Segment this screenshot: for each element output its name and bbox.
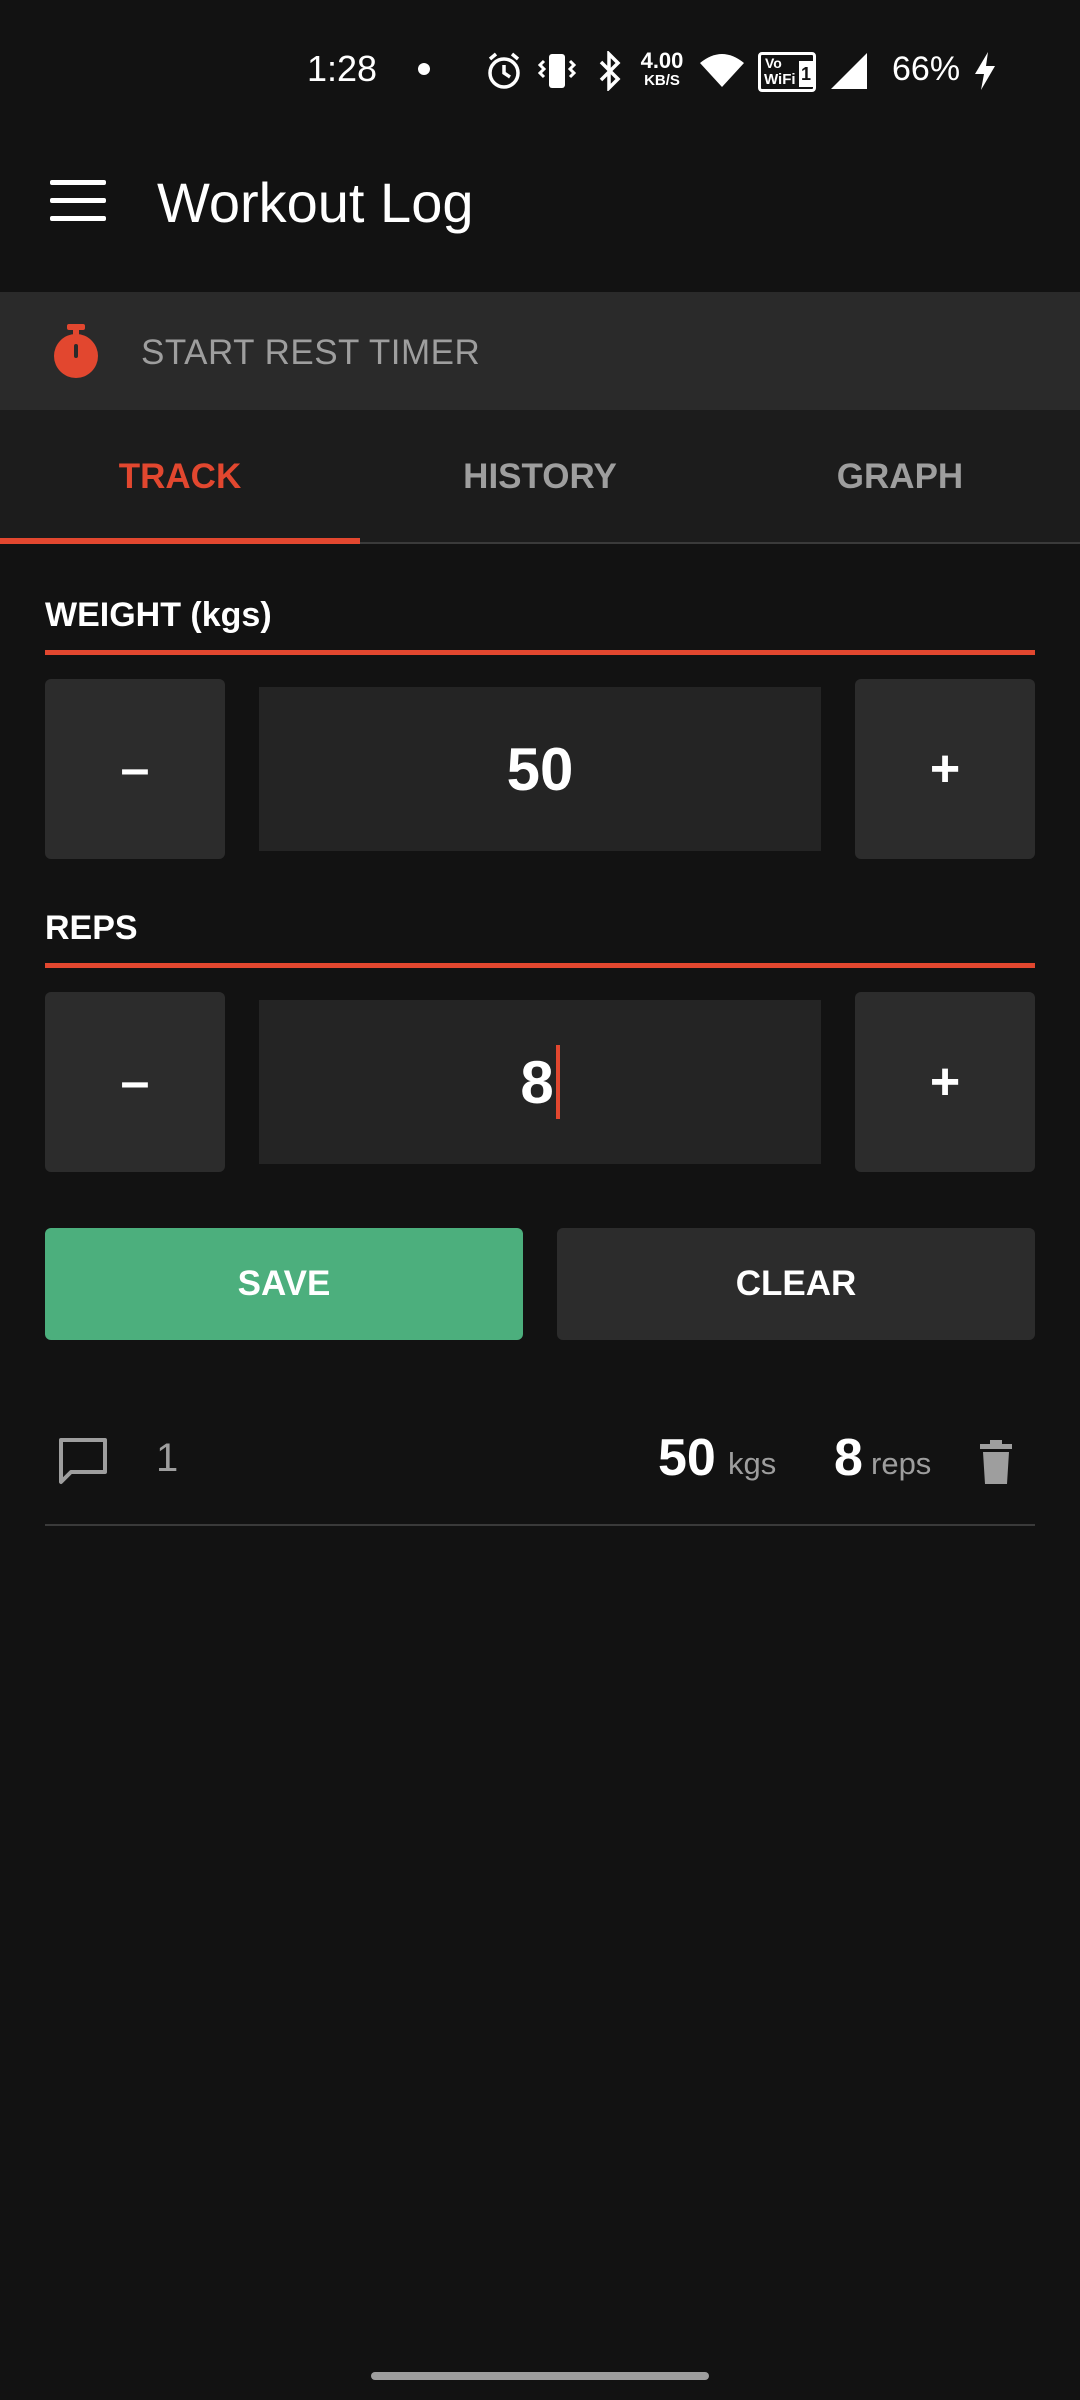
battery-charging-icon bbox=[970, 48, 1000, 94]
stopwatch-icon bbox=[50, 324, 102, 380]
log-row-divider bbox=[45, 1524, 1035, 1526]
log-row-index: 1 bbox=[156, 1436, 179, 1480]
vowifi-label-top: Vo bbox=[765, 55, 782, 71]
reps-value: 8 bbox=[520, 1048, 554, 1116]
log-row-reps: 8 bbox=[834, 1429, 863, 1487]
bluetooth-icon bbox=[593, 48, 627, 94]
tab-history[interactable]: HISTORY bbox=[360, 410, 720, 544]
text-cursor bbox=[555, 1045, 560, 1119]
reps-label: REPS bbox=[45, 909, 138, 947]
weight-increment-button[interactable]: + bbox=[855, 679, 1035, 859]
tab-graph[interactable]: GRAPH bbox=[720, 410, 1080, 544]
weight-input[interactable]: 50 bbox=[259, 687, 821, 851]
data-speed-indicator: 4.00 KB/S bbox=[636, 50, 688, 92]
app-title: Workout Log bbox=[157, 171, 474, 234]
battery-percent: 66% bbox=[892, 50, 961, 88]
log-row-weight-unit: kgs bbox=[728, 1446, 777, 1481]
weight-decrement-button[interactable]: – bbox=[45, 679, 225, 859]
notification-dot-icon bbox=[418, 63, 430, 75]
tab-track[interactable]: TRACK bbox=[0, 410, 360, 544]
status-time: 1:28 bbox=[307, 48, 378, 89]
reps-divider bbox=[45, 963, 1035, 968]
log-row-reps-unit: reps bbox=[871, 1446, 932, 1481]
reps-increment-button[interactable]: + bbox=[855, 992, 1035, 1172]
data-speed-value: 4.00 bbox=[640, 48, 684, 73]
reps-input[interactable]: 8 bbox=[259, 1000, 821, 1164]
trash-icon[interactable] bbox=[980, 1440, 1012, 1484]
active-tab-indicator bbox=[0, 538, 360, 544]
alarm-icon bbox=[481, 48, 527, 94]
weight-value: 50 bbox=[506, 735, 574, 803]
weight-label: WEIGHT (kgs) bbox=[45, 596, 272, 634]
vowifi-label-bottom: WiFi bbox=[764, 71, 796, 88]
vowifi-number: 1 bbox=[799, 61, 813, 87]
comment-icon[interactable] bbox=[57, 1436, 109, 1486]
wifi-icon bbox=[697, 48, 747, 94]
gesture-nav-handle[interactable] bbox=[371, 2372, 709, 2380]
log-row-weight: 50 bbox=[658, 1429, 716, 1487]
vowifi-icon: Vo WiFi 1 bbox=[758, 52, 816, 92]
reps-decrement-button[interactable]: – bbox=[45, 992, 225, 1172]
start-rest-timer-label[interactable]: START REST TIMER bbox=[141, 333, 480, 373]
vibrate-icon bbox=[537, 48, 577, 94]
data-speed-unit: KB/S bbox=[644, 72, 680, 89]
signal-icon bbox=[828, 48, 870, 94]
weight-divider bbox=[45, 650, 1035, 655]
status-bar: 1:28 4.00 KB/S Vo WiFi 1 66% bbox=[0, 0, 1080, 140]
hamburger-menu-icon[interactable] bbox=[50, 180, 106, 224]
clear-button[interactable]: CLEAR bbox=[557, 1228, 1035, 1340]
save-button[interactable]: SAVE bbox=[45, 1228, 523, 1340]
